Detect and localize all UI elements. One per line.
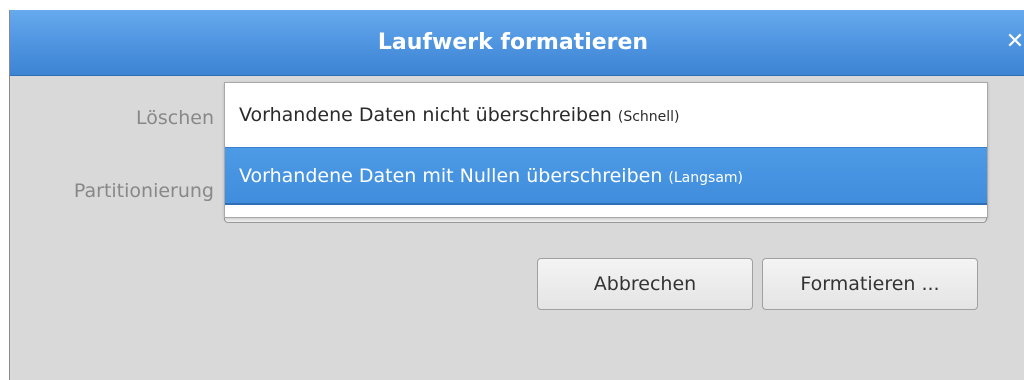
- erase-option-zero-overwrite[interactable]: Vorhandene Daten mit Nullen überschreibe…: [225, 147, 987, 205]
- cancel-button[interactable]: Abbrechen: [537, 258, 753, 310]
- erase-option-text: Vorhandene Daten mit Nullen überschreibe…: [239, 165, 669, 187]
- erase-option-text: Vorhandene Daten nicht überschreiben: [239, 104, 618, 126]
- format-button[interactable]: Formatieren ...: [762, 258, 978, 310]
- erase-label: Löschen: [136, 107, 214, 129]
- erase-dropdown-list[interactable]: Vorhandene Daten nicht überschreiben (Sc…: [224, 82, 988, 218]
- erase-option-no-overwrite[interactable]: Vorhandene Daten nicht überschreiben (Sc…: [225, 83, 987, 147]
- close-icon[interactable]: ✕: [1003, 28, 1024, 56]
- partitioning-label: Partitionierung: [73, 180, 214, 202]
- erase-option-note: (Langsam): [668, 170, 743, 186]
- erase-option-note: (Schnell): [617, 109, 680, 125]
- dialog-title: Laufwerk formatieren: [377, 30, 649, 55]
- dialog-titlebar[interactable]: Laufwerk formatieren ✕: [10, 10, 1024, 76]
